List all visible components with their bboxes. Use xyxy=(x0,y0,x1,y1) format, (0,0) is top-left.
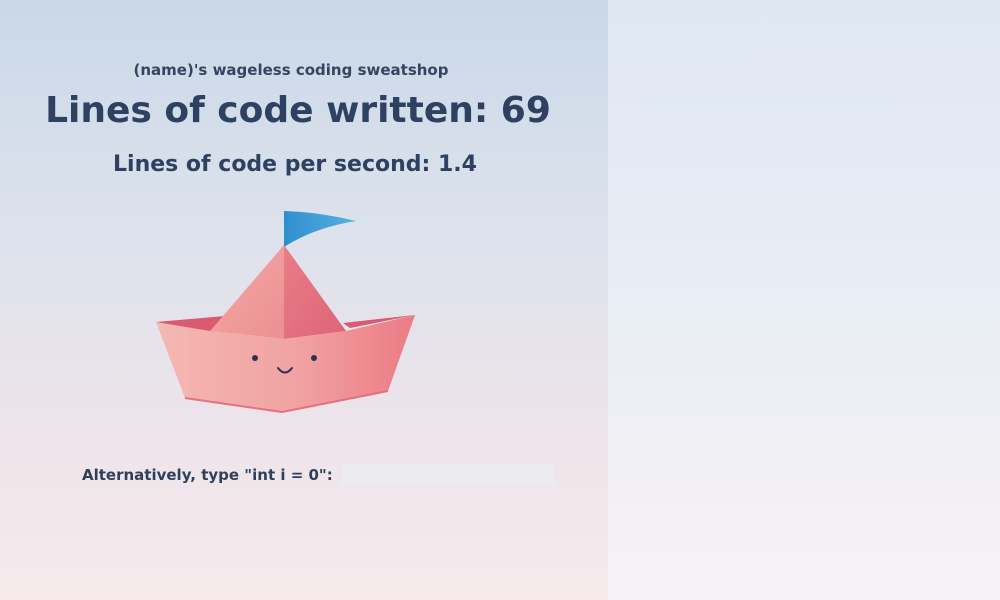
boat-left-eye xyxy=(252,355,258,361)
lines-written-counter: Lines of code written: 69 xyxy=(45,90,551,131)
boat-flag xyxy=(284,211,356,247)
lines-per-second-counter: Lines of code per second: 1.4 xyxy=(113,152,477,177)
shop-title: (name)'s wageless coding sweatshop xyxy=(133,61,449,79)
alternative-label: Alternatively, type "int i = 0": xyxy=(82,466,333,484)
code-input[interactable] xyxy=(341,465,554,485)
boat-sail-left xyxy=(210,245,284,339)
game-panel: (name)'s wageless coding sweatshop Lines… xyxy=(0,0,608,600)
right-panel xyxy=(608,0,1000,600)
boat-right-eye xyxy=(311,355,317,361)
alternative-row: Alternatively, type "int i = 0": xyxy=(82,464,554,486)
paper-boat-icon[interactable] xyxy=(150,205,420,420)
boat-sail-right xyxy=(284,245,346,339)
